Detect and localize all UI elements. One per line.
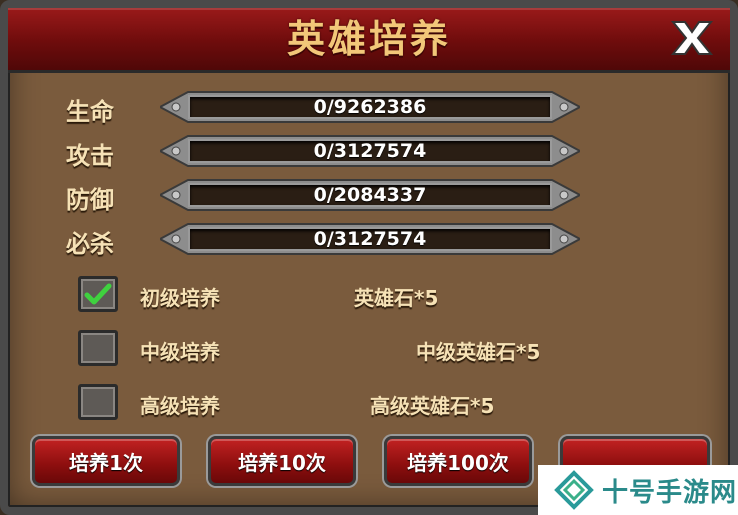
train-10-button[interactable]: 培养10次 <box>208 436 356 486</box>
stat-value: 0/2084337 <box>313 184 427 206</box>
close-x-icon <box>670 21 714 55</box>
stat-row-crit: 必杀 0/3127574 <box>0 222 738 262</box>
watermark-text: 十号手游网 <box>602 477 738 508</box>
stat-bar: 0/3127574 <box>160 222 580 256</box>
stat-value: 0/9262386 <box>313 96 427 118</box>
stat-label: 生命 <box>66 98 114 126</box>
stat-row-hp: 生命 0/9262386 <box>0 90 738 130</box>
stat-label: 攻击 <box>66 142 114 170</box>
option-label: 中级培养 <box>140 340 220 364</box>
stat-bar: 0/2084337 <box>160 178 580 212</box>
checkmark-icon <box>84 283 112 305</box>
option-label: 高级培养 <box>140 394 220 418</box>
option-cost: 高级英雄石*5 <box>370 394 495 418</box>
stat-row-attack: 攻击 0/3127574 <box>0 134 738 174</box>
option-high: 高级培养 高级英雄石*5 <box>0 384 738 424</box>
stat-bar: 0/3127574 <box>160 134 580 168</box>
stat-value: 0/3127574 <box>313 228 427 250</box>
option-label: 初级培养 <box>140 286 220 310</box>
stat-label: 必杀 <box>66 230 114 258</box>
dialog-title: 英雄培养 <box>286 17 451 61</box>
option-cost: 英雄石*5 <box>354 286 439 310</box>
checkbox-mid[interactable] <box>78 330 118 366</box>
close-button[interactable] <box>664 16 720 60</box>
option-basic: 初级培养 英雄石*5 <box>0 276 738 316</box>
checkbox-basic[interactable] <box>78 276 118 312</box>
option-mid: 中级培养 中级英雄石*5 <box>0 330 738 370</box>
train-100-button[interactable]: 培养100次 <box>384 436 532 486</box>
stat-row-defense: 防御 0/2084337 <box>0 178 738 218</box>
stat-label: 防御 <box>66 186 114 214</box>
option-cost: 中级英雄石*5 <box>416 340 541 364</box>
watermark: 十号手游网 <box>538 465 738 515</box>
watermark-logo-icon <box>554 470 594 510</box>
checkbox-high[interactable] <box>78 384 118 420</box>
train-1-button[interactable]: 培养1次 <box>32 436 180 486</box>
stat-bar: 0/9262386 <box>160 90 580 124</box>
stat-value: 0/3127574 <box>313 140 427 162</box>
